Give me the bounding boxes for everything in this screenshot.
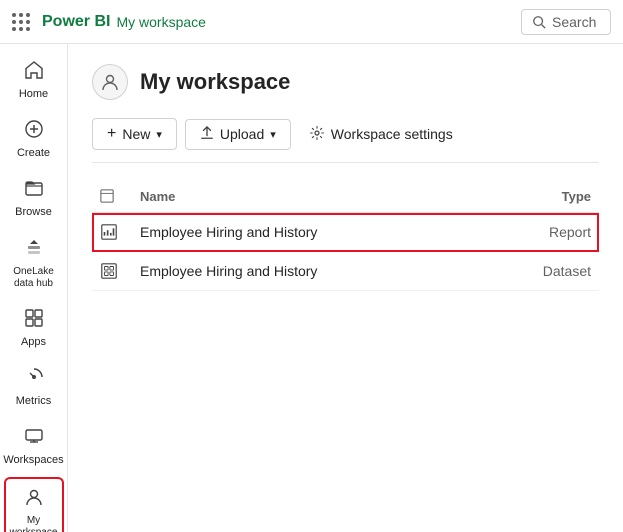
page-header: My workspace bbox=[92, 64, 599, 100]
table-header: Name Type bbox=[92, 183, 599, 213]
my-workspace-icon bbox=[24, 487, 44, 512]
metrics-icon bbox=[24, 367, 44, 392]
workspaces-icon bbox=[24, 426, 44, 451]
table-row[interactable]: Employee Hiring and History Report bbox=[92, 213, 599, 252]
home-icon bbox=[24, 60, 44, 85]
sidebar-item-browse-label: Browse bbox=[15, 206, 52, 219]
create-icon bbox=[24, 119, 44, 144]
search-box[interactable]: Search bbox=[521, 9, 611, 35]
row-type: Dataset bbox=[491, 263, 591, 279]
topbar-workspace-link[interactable]: My workspace bbox=[116, 14, 205, 30]
upload-icon bbox=[200, 126, 214, 143]
sidebar-item-home[interactable]: Home bbox=[4, 52, 64, 109]
apps-icon bbox=[24, 308, 44, 333]
sidebar: Home Create Browse OneLake data hub Apps bbox=[0, 44, 68, 532]
sidebar-item-workspaces[interactable]: Workspaces bbox=[4, 418, 64, 475]
report-icon bbox=[100, 223, 140, 241]
brand-logo: Power BI bbox=[42, 13, 110, 31]
sidebar-item-create-label: Create bbox=[17, 147, 50, 160]
topbar: Power BI My workspace Search bbox=[0, 0, 623, 44]
upload-button[interactable]: Upload ▾ bbox=[185, 119, 291, 150]
sidebar-item-onelake[interactable]: OneLake data hub bbox=[4, 230, 64, 298]
page-title: My workspace bbox=[140, 69, 290, 95]
row-name: Employee Hiring and History bbox=[140, 263, 491, 279]
dataset-icon bbox=[100, 262, 140, 280]
row-name: Employee Hiring and History bbox=[140, 224, 491, 240]
table-row[interactable]: Employee Hiring and History Dataset bbox=[92, 252, 599, 291]
workspace-settings-label: Workspace settings bbox=[331, 126, 453, 142]
toolbar: + New ▾ Upload ▾ Workspace settings bbox=[92, 118, 599, 163]
sidebar-item-my-workspace-label: My workspace bbox=[10, 515, 58, 532]
sidebar-item-workspaces-label: Workspaces bbox=[3, 454, 63, 467]
plus-icon: + bbox=[107, 125, 116, 143]
sidebar-item-browse[interactable]: Browse bbox=[4, 170, 64, 227]
sidebar-item-apps-label: Apps bbox=[21, 336, 46, 349]
main-layout: Home Create Browse OneLake data hub Apps bbox=[0, 44, 623, 532]
search-label: Search bbox=[552, 14, 596, 30]
data-table: Name Type Employee Hiring and History Re… bbox=[92, 183, 599, 291]
col-type-header: Type bbox=[491, 189, 591, 206]
sidebar-item-onelake-label: OneLake data hub bbox=[13, 266, 54, 290]
upload-chevron-icon: ▾ bbox=[270, 128, 276, 141]
col-name-header: Name bbox=[140, 189, 491, 206]
new-button[interactable]: + New ▾ bbox=[92, 118, 177, 150]
col-icon-header bbox=[100, 189, 140, 206]
settings-icon bbox=[309, 125, 325, 144]
new-chevron-icon: ▾ bbox=[156, 128, 162, 141]
new-label: New bbox=[122, 126, 150, 142]
sidebar-item-metrics-label: Metrics bbox=[16, 395, 51, 408]
main-content: My workspace + New ▾ Upload ▾ Workspace … bbox=[68, 44, 623, 532]
app-menu-icon[interactable] bbox=[12, 13, 30, 31]
sidebar-item-apps[interactable]: Apps bbox=[4, 300, 64, 357]
sidebar-item-metrics[interactable]: Metrics bbox=[4, 359, 64, 416]
browse-icon bbox=[24, 178, 44, 203]
sidebar-item-create[interactable]: Create bbox=[4, 111, 64, 168]
sidebar-item-home-label: Home bbox=[19, 88, 48, 101]
workspace-avatar bbox=[92, 64, 128, 100]
search-icon bbox=[532, 15, 546, 29]
row-type: Report bbox=[491, 224, 591, 240]
upload-label: Upload bbox=[220, 126, 264, 142]
sidebar-item-my-workspace[interactable]: My workspace bbox=[4, 477, 64, 532]
onelake-icon bbox=[24, 238, 44, 263]
workspace-settings-button[interactable]: Workspace settings bbox=[299, 119, 463, 150]
